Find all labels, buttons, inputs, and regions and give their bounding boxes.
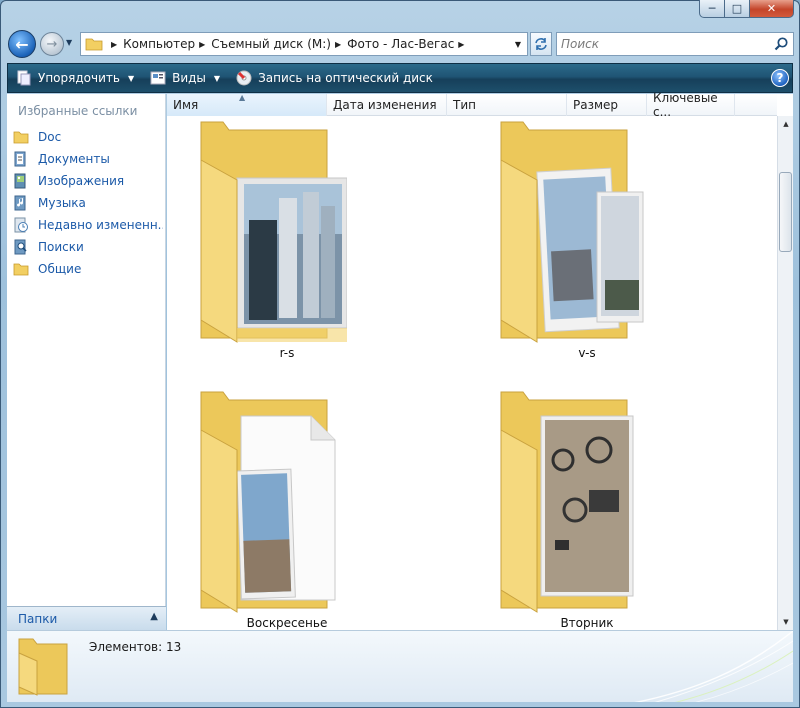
help-icon: ? — [776, 71, 784, 85]
column-keywords[interactable]: Ключевые с... — [647, 91, 735, 119]
pictures-icon — [14, 173, 26, 189]
music-icon — [14, 195, 26, 211]
chevron-down-icon: ▼ — [213, 73, 221, 83]
navigation-bar: ← → ▼ ▶ Компьютер ▶ Съемный диск (M:) ▶ Фо… — [6, 28, 794, 60]
column-name[interactable]: ▲ Имя — [167, 93, 327, 116]
item-name: r-s — [279, 346, 295, 360]
sidebar-item-documents[interactable]: Документы — [13, 148, 163, 170]
icons-grid: r-s v-s Воскресенье Вторник — [167, 116, 777, 630]
sort-ascending-icon: ▲ — [239, 93, 246, 102]
views-icon — [150, 71, 166, 85]
maximize-icon: □ — [731, 2, 743, 15]
column-type[interactable]: Тип — [447, 94, 567, 116]
close-button[interactable]: ✕ — [750, 0, 794, 18]
search-box — [556, 32, 794, 56]
close-icon: ✕ — [766, 2, 777, 15]
chevron-right-icon: ▶ — [199, 39, 206, 49]
command-bar: Упорядочить ▼ Виды ▼ Запись на оптически… — [7, 63, 793, 93]
refresh-button[interactable] — [530, 32, 552, 56]
breadcrumb-root[interactable]: ▶ — [107, 40, 123, 49]
searches-icon — [14, 239, 27, 255]
chevron-right-icon: ▶ — [335, 39, 342, 49]
folder-icon — [18, 638, 68, 696]
burn-disc-icon — [236, 70, 252, 86]
minimize-button[interactable]: ─ — [699, 0, 725, 18]
folder-icon — [13, 131, 29, 144]
chevron-down-icon: ▼ — [514, 39, 522, 49]
column-header: ▲ Имя Дата изменения Тип Размер Ключевые… — [167, 91, 777, 119]
search-input[interactable] — [561, 34, 761, 54]
sidebar-item-recent[interactable]: Недавно измененн... — [13, 214, 163, 236]
help-button[interactable]: ? — [771, 69, 789, 87]
breadcrumb-drive[interactable]: Съемный диск (M:) ▶ — [211, 37, 347, 51]
folder-with-photos-icon — [500, 121, 644, 343]
details-pane: Элементов: 13 — [7, 630, 793, 702]
folder-with-photos-icon — [200, 121, 347, 343]
folder-with-photo-document-icon — [200, 391, 336, 613]
chevron-right-icon: ▶ — [111, 39, 118, 49]
back-button[interactable]: ← — [8, 30, 36, 58]
folder-item[interactable]: r-s — [197, 120, 377, 370]
scroll-thumb[interactable] — [779, 172, 792, 252]
sidebar-item-pictures[interactable]: Изображения — [13, 170, 163, 192]
address-bar[interactable]: ▶ Компьютер ▶ Съемный диск (M:) ▶ Фото - Л… — [80, 32, 528, 56]
refresh-icon — [535, 38, 547, 50]
documents-icon — [14, 151, 26, 167]
title-buttons: ─ □ ✕ — [699, 0, 794, 18]
folders-toggle[interactable]: Папки ▲ — [7, 606, 166, 630]
burn-disc-button[interactable]: Запись на оптический диск — [228, 64, 441, 92]
sidebar-item-music[interactable]: Музыка — [13, 192, 163, 214]
back-arrow-icon: ← — [15, 34, 29, 54]
file-list: ▲ Имя Дата изменения Тип Размер Ключевые… — [167, 91, 793, 630]
folder-icon — [85, 38, 103, 51]
chevron-down-icon: ▼ — [127, 73, 135, 83]
minimize-icon: ─ — [708, 2, 716, 15]
recent-pages-dropdown[interactable]: ▼ — [66, 38, 76, 50]
favorite-links-heading: Избранные ссылки — [18, 104, 138, 118]
breadcrumb-folder[interactable]: Фото - Лас-Вегас ▶ — [347, 37, 470, 51]
navigation-pane: Избранные ссылки Doc Документы Изображен… — [7, 94, 166, 630]
folder-item[interactable]: Воскресенье — [197, 390, 377, 630]
decorative-swirl — [634, 631, 793, 702]
item-name: v-s — [578, 346, 596, 360]
forward-button[interactable]: → — [40, 32, 64, 56]
forward-arrow-icon: → — [46, 36, 58, 52]
column-size[interactable]: Размер — [567, 94, 647, 116]
organize-button[interactable]: Упорядочить ▼ — [8, 64, 142, 92]
item-name: Вторник — [560, 616, 614, 630]
recent-icon — [14, 217, 28, 233]
sidebar-item-public[interactable]: Общие — [13, 258, 163, 280]
folder-item[interactable]: Вторник — [497, 390, 677, 630]
item-count: Элементов: 13 — [89, 640, 182, 654]
breadcrumb-computer[interactable]: Компьютер ▶ — [123, 37, 211, 51]
search-icon[interactable] — [773, 36, 789, 52]
sidebar-item-searches[interactable]: Поиски — [13, 236, 163, 258]
item-name: Воскресенье — [246, 616, 328, 630]
organize-icon — [17, 70, 31, 86]
maximize-button[interactable]: □ — [725, 0, 750, 18]
scroll-up-arrow[interactable]: ▲ — [778, 116, 794, 132]
address-history-dropdown[interactable]: ▼ — [509, 33, 527, 55]
vertical-scrollbar[interactable]: ▲ ▼ — [777, 116, 793, 630]
column-date-modified[interactable]: Дата изменения — [327, 94, 447, 116]
public-folder-icon — [13, 263, 29, 276]
scroll-down-arrow[interactable]: ▼ — [778, 614, 794, 630]
chevron-up-icon: ▲ — [150, 611, 158, 622]
chevron-right-icon: ▶ — [458, 39, 465, 49]
sidebar-item-doc[interactable]: Doc — [13, 126, 163, 148]
folder-with-photos-icon — [500, 391, 634, 613]
folder-item[interactable]: v-s — [497, 120, 677, 370]
favorite-links-list: Doc Документы Изображения Музыка Недавно… — [13, 126, 163, 280]
views-button[interactable]: Виды ▼ — [142, 64, 228, 92]
